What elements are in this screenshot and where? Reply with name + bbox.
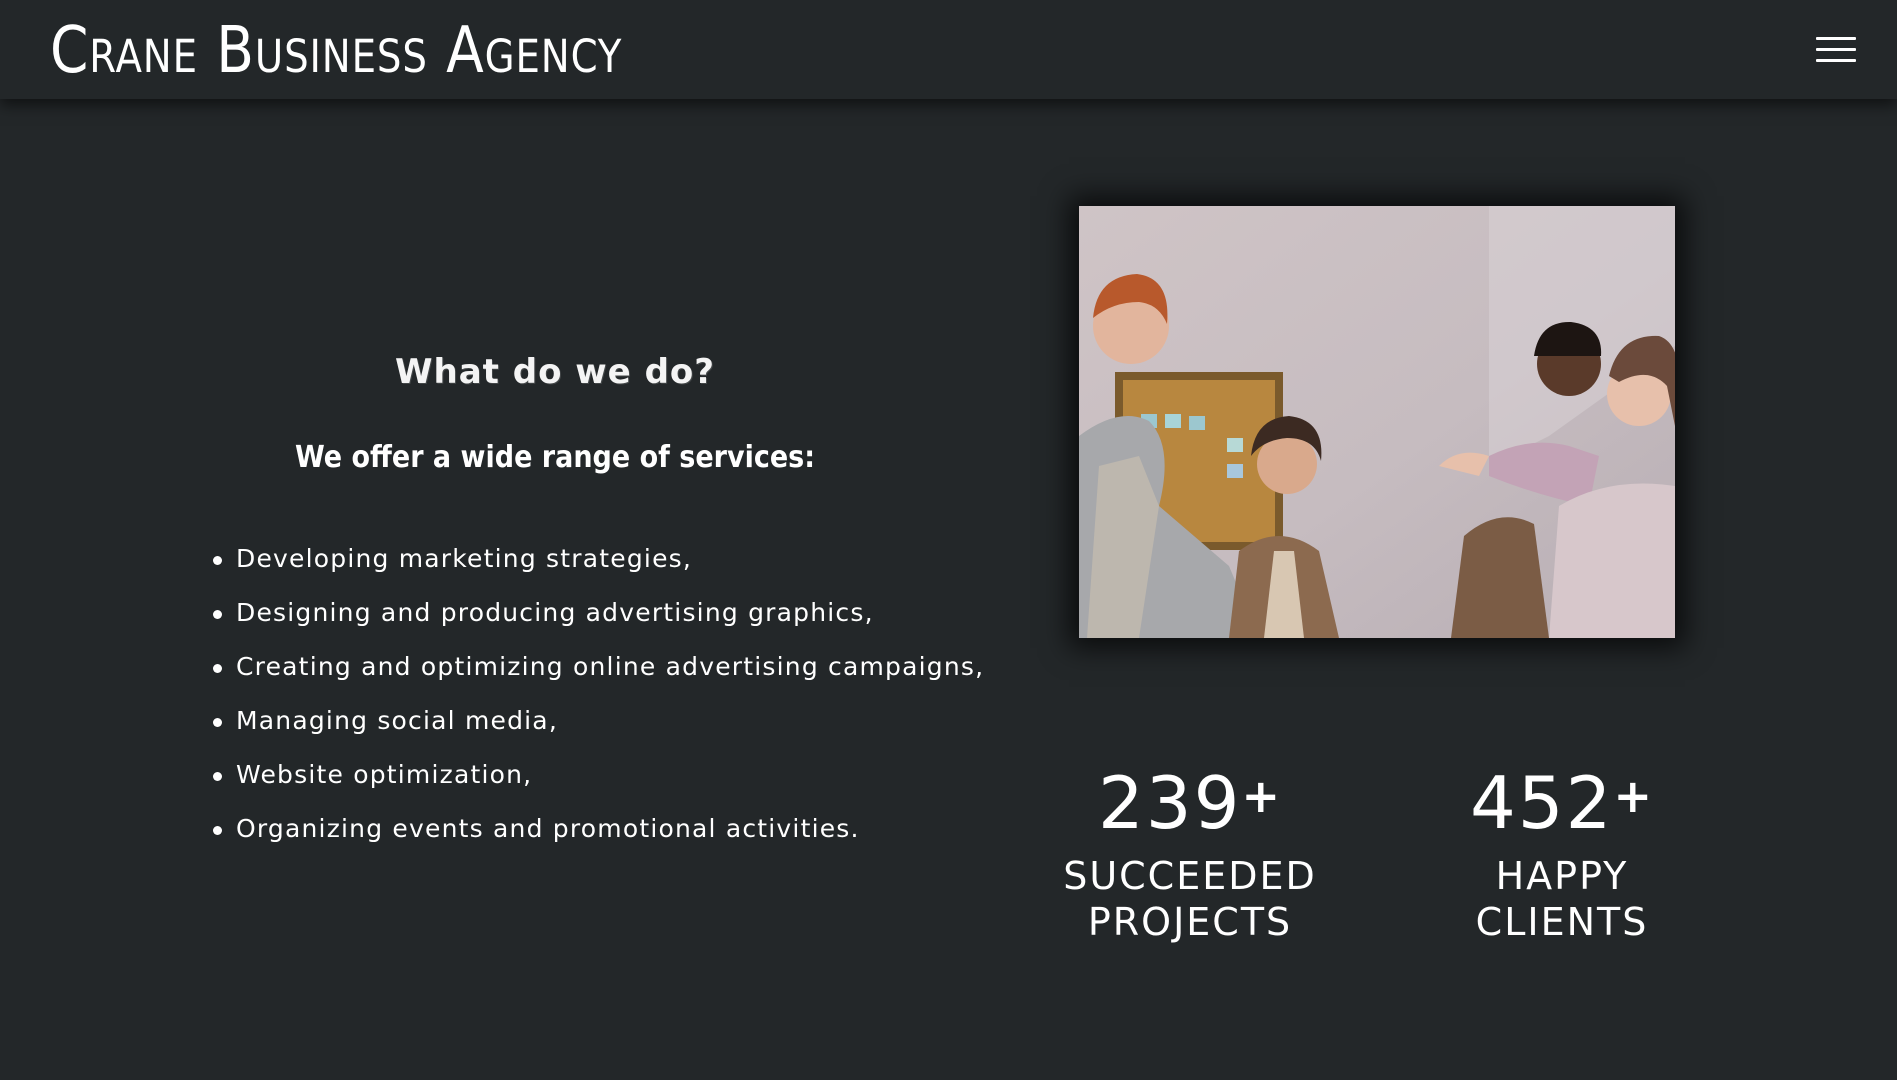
brand-logo-text[interactable]: Crane Business Agency bbox=[50, 16, 622, 86]
stat-label: Happy Clients bbox=[1412, 853, 1712, 945]
stat-succeeded-projects: 239+ Succeeded Projects bbox=[1040, 754, 1340, 945]
service-item: Developing marketing strategies, bbox=[208, 532, 984, 586]
service-item: Creating and optimizing online advertisi… bbox=[208, 640, 984, 694]
stat-number-value: 239 bbox=[1098, 761, 1242, 845]
menu-bar-top bbox=[1816, 37, 1856, 40]
hamburger-menu-icon[interactable] bbox=[1816, 35, 1856, 65]
stat-happy-clients: 452+ Happy Clients bbox=[1412, 754, 1712, 945]
menu-bar-bottom bbox=[1816, 59, 1856, 62]
menu-bar-middle bbox=[1816, 48, 1856, 51]
services-heading: What do we do? bbox=[395, 352, 715, 393]
service-item: Organizing events and promotional activi… bbox=[208, 802, 984, 856]
stat-label-line: Clients bbox=[1475, 900, 1649, 944]
service-item: Website optimization, bbox=[208, 748, 984, 802]
stat-label: Succeeded Projects bbox=[1040, 853, 1340, 945]
team-photo bbox=[1079, 206, 1675, 638]
services-subheading: We offer a wide range of services: bbox=[294, 440, 816, 475]
stat-number: 239+ bbox=[1040, 754, 1340, 845]
stat-label-line: Happy bbox=[1495, 854, 1629, 898]
stat-label-line: Succeeded bbox=[1063, 854, 1317, 898]
stat-suffix: + bbox=[1241, 769, 1282, 823]
stat-number: 452+ bbox=[1412, 754, 1712, 845]
stat-number-value: 452 bbox=[1470, 761, 1614, 845]
team-photo-illustration bbox=[1079, 206, 1675, 638]
stat-suffix: + bbox=[1613, 769, 1654, 823]
service-list: Developing marketing strategies, Designi… bbox=[208, 532, 984, 856]
top-navbar: Crane Business Agency bbox=[0, 0, 1897, 99]
stat-label-line: Projects bbox=[1087, 900, 1293, 944]
service-item: Managing social media, bbox=[208, 694, 984, 748]
service-item: Designing and producing advertising grap… bbox=[208, 586, 984, 640]
